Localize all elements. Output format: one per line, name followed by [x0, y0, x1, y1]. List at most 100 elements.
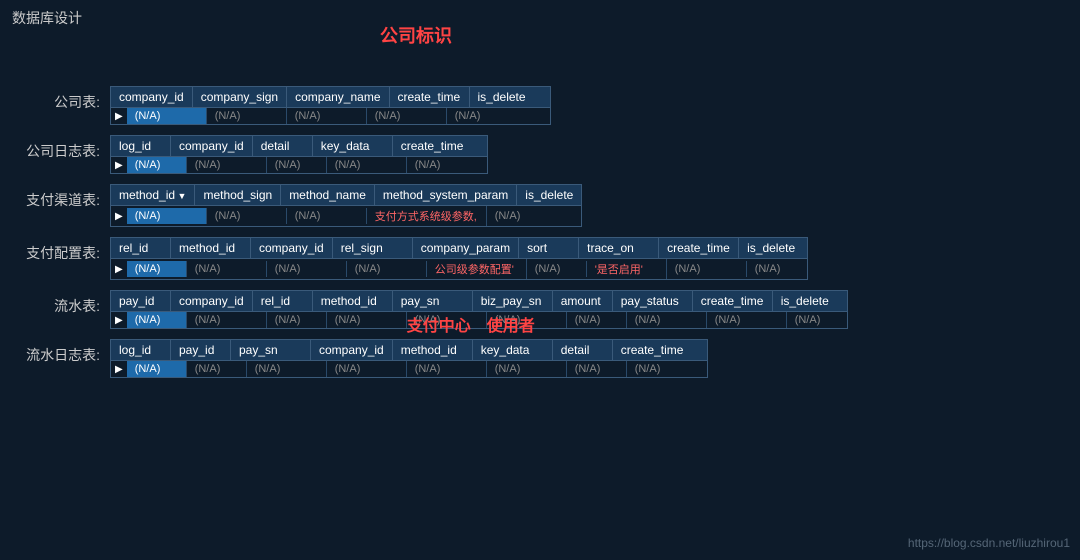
col-company-sign: company_sign	[193, 87, 287, 107]
col-method-name: method_name	[281, 185, 375, 205]
col-company-name: company_name	[287, 87, 389, 107]
col-trace-on: trace_on	[579, 238, 659, 258]
company-table-row: 公司表: company_id company_sign company_nam…	[20, 86, 1060, 125]
col-company-id: company_id	[171, 291, 253, 311]
company-log-table: log_id company_id detail key_data create…	[110, 135, 488, 174]
cell-na: (N/A)	[127, 157, 187, 173]
col-create-time: create_time	[393, 136, 473, 156]
col-pay-id: pay_id	[171, 340, 231, 360]
cell-na: (N/A)	[207, 108, 287, 124]
col-method-sign: method_sign	[195, 185, 281, 205]
col-sort: sort	[519, 238, 579, 258]
col-method-id: method_id	[313, 291, 393, 311]
cell-na: (N/A)	[247, 361, 327, 377]
col-amount: amount	[553, 291, 613, 311]
col-is-delete: is_delete	[739, 238, 803, 258]
cell-na: (N/A)	[367, 108, 447, 124]
col-rel-id: rel_id	[111, 238, 171, 258]
col-company-id: company_id	[111, 87, 193, 107]
watermark: https://blog.csdn.net/liuzhirou1	[908, 536, 1070, 550]
cell-company-param: 公司级参数配置'	[427, 259, 527, 279]
cell-na: (N/A)	[567, 361, 627, 377]
col-log-id: log_id	[111, 340, 171, 360]
col-method-id: method_id	[171, 238, 251, 258]
flow-log-table-row: 流水日志表: log_id pay_id pay_sn company_id m…	[20, 339, 1060, 378]
col-key-data: key_data	[313, 136, 393, 156]
payment-config-table: rel_id method_id company_id rel_sign com…	[110, 237, 808, 280]
flow-table: pay_id company_id rel_id method_id pay_s…	[110, 290, 848, 329]
cell-na: (N/A)	[447, 108, 527, 124]
cell-na: (N/A)	[127, 108, 207, 124]
cell-system-param: 支付方式系统级参数,	[367, 206, 487, 226]
col-pay-sn: pay_sn	[393, 291, 473, 311]
cell-na: (N/A)	[627, 361, 707, 377]
payment-channel-table-row: 支付渠道表: method_id method_sign method_name…	[20, 184, 1060, 227]
payment-config-label: 支付配置表:	[20, 237, 110, 263]
company-log-table-row: 公司日志表: log_id company_id detail key_data…	[20, 135, 1060, 174]
payment-config-table-row: 支付配置表: rel_id method_id company_id rel_s…	[20, 237, 1060, 280]
cell-biz-pay-sn: (N/A) 使用者	[487, 312, 567, 328]
col-log-id: log_id	[111, 136, 171, 156]
col-pay-id: pay_id	[111, 291, 171, 311]
flow-table-row: 流水表: pay_id company_id rel_id method_id …	[20, 290, 1060, 329]
col-rel-sign: rel_sign	[333, 238, 413, 258]
col-pay-sn: pay_sn	[231, 340, 311, 360]
cell-na: (N/A)	[127, 208, 207, 224]
cell-na: (N/A)	[667, 261, 747, 277]
cell-na: (N/A)	[187, 361, 247, 377]
col-detail: detail	[553, 340, 613, 360]
flow-table-label: 流水表:	[20, 290, 110, 316]
col-method-id: method_id	[111, 185, 195, 205]
company-table: company_id company_sign company_name cre…	[110, 86, 551, 125]
cell-na: (N/A)	[327, 361, 407, 377]
col-create-time: create_time	[390, 87, 470, 107]
cell-na: (N/A)	[187, 157, 267, 173]
cell-na: (N/A)	[127, 312, 187, 328]
cell-na: (N/A)	[287, 108, 367, 124]
company-table-label: 公司表:	[20, 86, 110, 112]
col-biz-pay-sn: biz_pay_sn	[473, 291, 553, 311]
col-pay-status: pay_status	[613, 291, 693, 311]
cell-na: (N/A)	[627, 312, 707, 328]
cell-amount: (N/A)	[567, 312, 627, 328]
cell-na: (N/A)	[747, 261, 807, 277]
cell-na: (N/A)	[487, 361, 567, 377]
payment-channel-table: method_id method_sign method_name method…	[110, 184, 582, 227]
cell-na: (N/A)	[127, 361, 187, 377]
col-rel-id: rel_id	[253, 291, 313, 311]
company-log-table-label: 公司日志表:	[20, 135, 110, 161]
cell-trace-on: '是否启用'	[587, 259, 667, 279]
cell-na: (N/A)	[127, 261, 187, 277]
col-is-delete: is_delete	[773, 291, 837, 311]
flow-log-table: log_id pay_id pay_sn company_id method_i…	[110, 339, 708, 378]
col-method-id: method_id	[393, 340, 473, 360]
col-company-id: company_id	[311, 340, 393, 360]
col-is-delete: is_delete	[517, 185, 581, 205]
cell-na: (N/A)	[327, 157, 407, 173]
col-detail: detail	[253, 136, 313, 156]
cell-na: (N/A)	[287, 208, 367, 224]
cell-na: (N/A)	[407, 157, 487, 173]
col-create-time: create_time	[613, 340, 693, 360]
cell-na: (N/A)	[267, 157, 327, 173]
cell-na: (N/A)	[787, 312, 847, 328]
cell-na: (N/A)	[187, 312, 267, 328]
flow-log-table-label: 流水日志表:	[20, 339, 110, 365]
cell-na: (N/A)	[487, 208, 547, 224]
col-company-id: company_id	[251, 238, 333, 258]
cell-na: (N/A)	[207, 208, 287, 224]
cell-na: (N/A)	[347, 261, 427, 277]
col-company-id: company_id	[171, 136, 253, 156]
cell-na: (N/A)	[267, 312, 327, 328]
col-create-time: create_time	[693, 291, 773, 311]
cell-na: (N/A)	[187, 261, 267, 277]
col-company-param: company_param	[413, 238, 519, 258]
payment-channel-label: 支付渠道表:	[20, 184, 110, 210]
col-key-data: key_data	[473, 340, 553, 360]
col-create-time: create_time	[659, 238, 739, 258]
col-is-delete: is_delete	[470, 87, 550, 107]
page-title: 数据库设计	[0, 0, 1080, 36]
cell-pay-sn: (N/A) 支付中心	[407, 312, 487, 328]
cell-na: (N/A)	[707, 312, 787, 328]
cell-na: (N/A)	[407, 361, 487, 377]
